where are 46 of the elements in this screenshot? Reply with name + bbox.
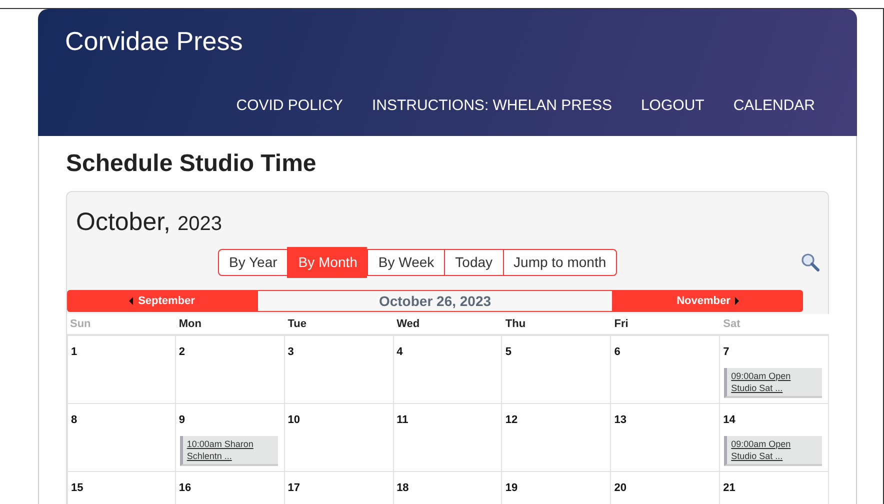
nav-link[interactable]: INSTRUCTIONS: WHELAN PRESS xyxy=(372,95,612,118)
nav-link[interactable]: COVID POLICY xyxy=(236,95,343,118)
day-number: 3 xyxy=(288,345,295,360)
view-tab[interactable]: By Month xyxy=(287,246,368,278)
nav-link[interactable]: CALENDAR xyxy=(733,95,815,118)
weekday-header: Tue xyxy=(284,314,394,336)
weekday-header: Mon xyxy=(176,314,285,336)
day-number: 7 xyxy=(723,345,730,360)
day-number: 14 xyxy=(723,413,736,428)
current-date: October 26, 2023 xyxy=(257,290,613,312)
calendar-event[interactable]: 10:00am Sharon Schlentn ... xyxy=(180,436,278,466)
day-number: 8 xyxy=(71,413,78,428)
day-number: 6 xyxy=(614,345,622,360)
nav-link[interactable]: LOGOUT xyxy=(640,95,704,118)
day-number: 1 xyxy=(71,345,78,360)
day-number: 20 xyxy=(614,481,628,496)
day-number: 18 xyxy=(396,481,410,496)
day-number: 15 xyxy=(71,481,84,496)
day-number: 2 xyxy=(178,345,186,360)
view-tab[interactable]: Jump to month xyxy=(502,250,616,275)
day-number: 17 xyxy=(288,481,301,496)
caret-icon xyxy=(735,296,740,305)
previous-month-button[interactable]: September xyxy=(67,290,257,312)
weekday-header: Sat xyxy=(720,314,829,336)
day-number: 12 xyxy=(505,413,519,428)
day-number: 13 xyxy=(614,413,628,428)
search-icon[interactable] xyxy=(800,252,820,272)
caret-icon xyxy=(129,296,134,305)
weekday-header: Fri xyxy=(611,314,720,336)
day-number: 21 xyxy=(723,481,736,496)
day-number: 4 xyxy=(396,345,404,360)
day-number: 10 xyxy=(288,413,301,428)
next-month-button[interactable]: November xyxy=(613,290,803,312)
weekday-header: Wed xyxy=(394,314,502,336)
day-number: 16 xyxy=(178,481,192,496)
weekday-header: Thu xyxy=(502,314,612,336)
page-title: Schedule Studio Time xyxy=(66,150,318,179)
month-heading: October, 2023 xyxy=(75,206,223,238)
calendar-event[interactable]: 09:00am Open Studio Sat ... xyxy=(724,368,822,398)
site-title[interactable]: Corvidae Press xyxy=(65,25,815,57)
day-number: 11 xyxy=(396,413,410,428)
day-number: 19 xyxy=(505,481,519,496)
weekday-header: Sun xyxy=(67,314,176,336)
day-number: 9 xyxy=(178,413,186,428)
day-number: 5 xyxy=(505,345,513,360)
calendar-event[interactable]: 09:00am Open Studio Sat ... xyxy=(724,436,822,466)
